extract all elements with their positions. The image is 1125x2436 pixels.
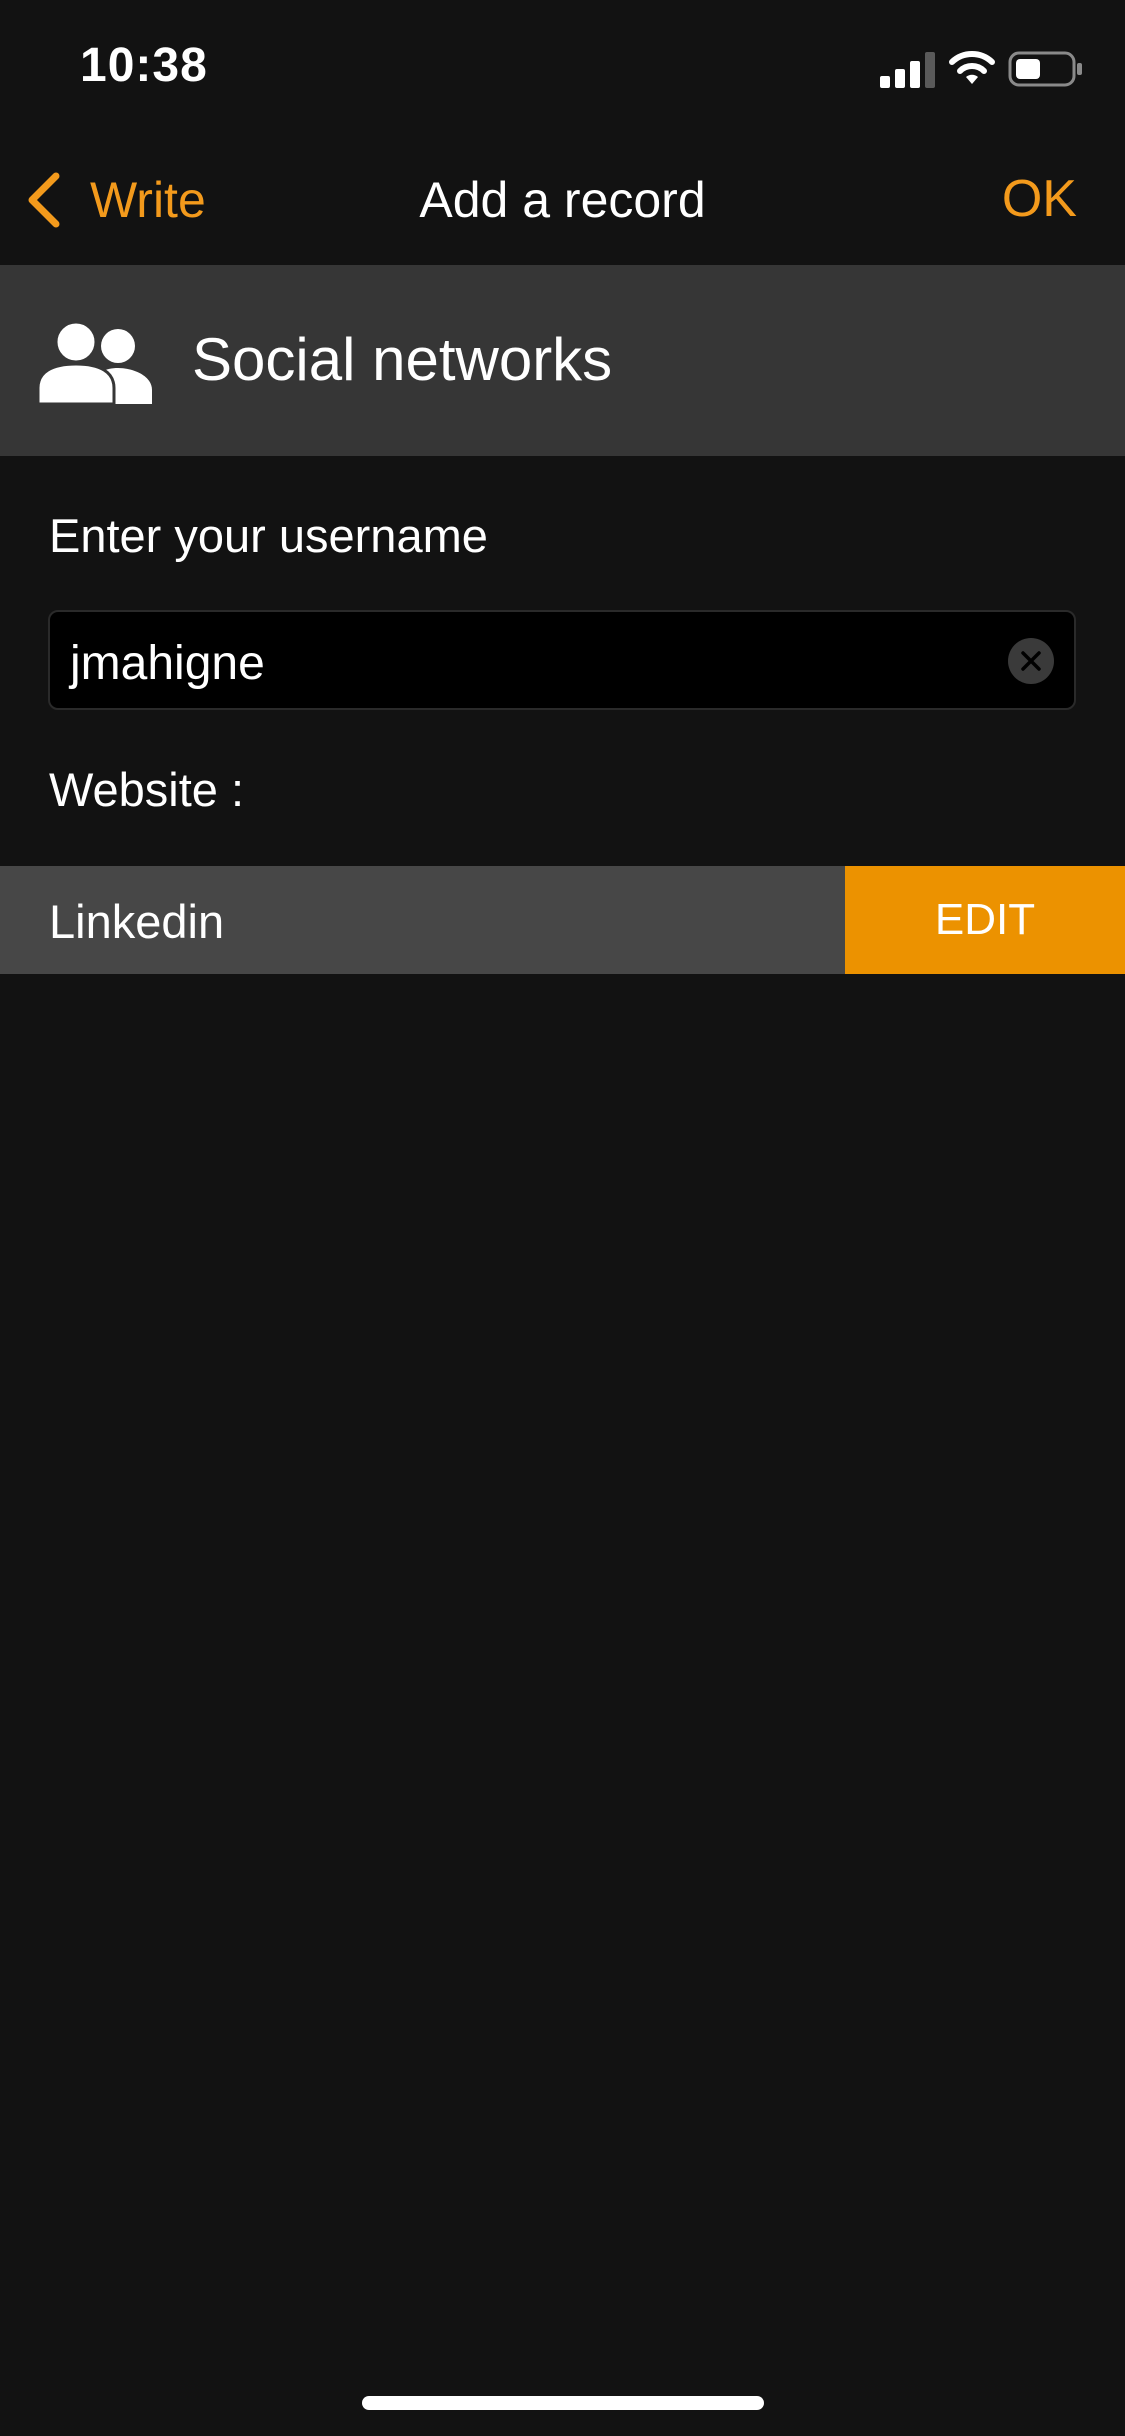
- website-row[interactable]: Linkedin EDIT: [0, 866, 1125, 974]
- cellular-signal-icon: [880, 52, 935, 88]
- clear-icon[interactable]: [1008, 638, 1054, 684]
- username-input[interactable]: jmahigne: [48, 610, 1076, 710]
- screen: 10:38 Write Add a record OK Social netwo…: [0, 0, 1125, 2436]
- battery-icon: [1008, 51, 1082, 87]
- page-title: Add a record: [419, 172, 706, 228]
- people-icon: [36, 320, 152, 404]
- username-label: Enter your username: [49, 509, 488, 562]
- website-label: Website :: [49, 763, 245, 816]
- username-input-value: jmahigne: [70, 637, 265, 690]
- home-indicator[interactable]: [362, 2396, 764, 2410]
- wifi-icon: [949, 51, 995, 84]
- category-header: Social networks: [0, 265, 1125, 456]
- navigation-bar: Write Add a record OK: [0, 135, 1125, 265]
- ok-button[interactable]: OK: [1002, 169, 1077, 229]
- status-bar: 10:38: [0, 0, 1125, 135]
- edit-button[interactable]: EDIT: [845, 866, 1125, 974]
- website-value: Linkedin: [49, 895, 225, 948]
- status-time: 10:38: [80, 39, 208, 92]
- category-title: Social networks: [192, 326, 613, 393]
